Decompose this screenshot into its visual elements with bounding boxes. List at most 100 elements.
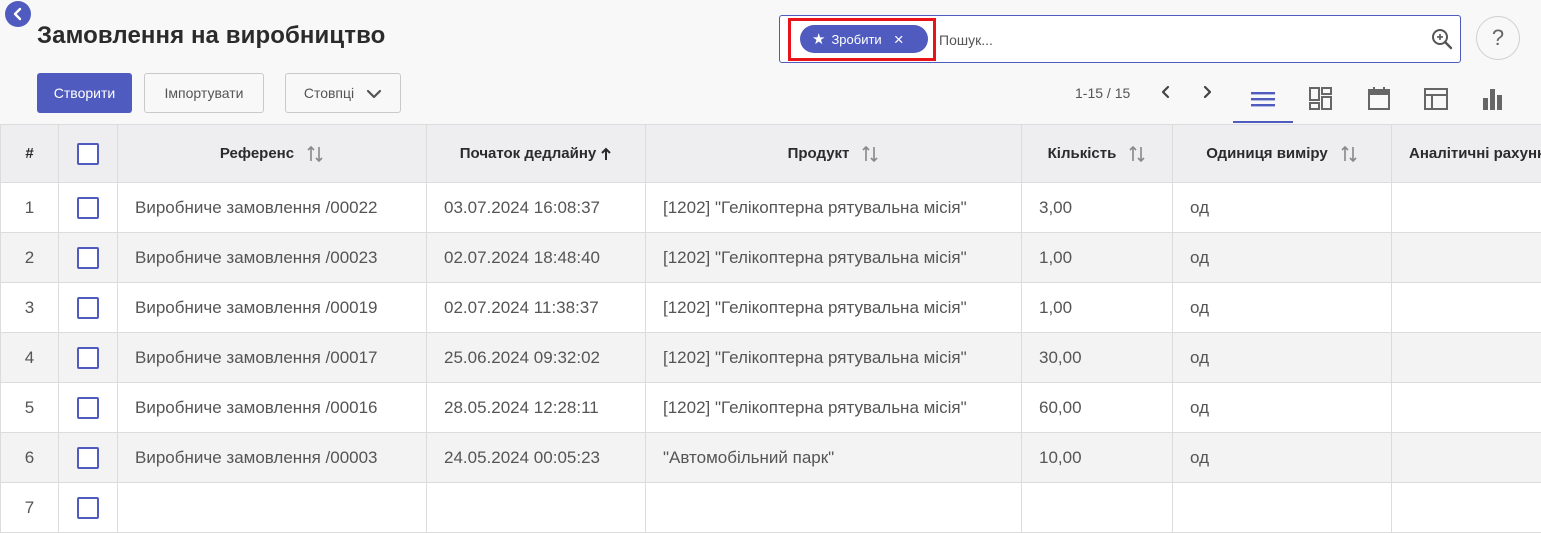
table-row[interactable]: 3 Виробниче замовлення /00019 02.07.2024… [1, 283, 1541, 333]
cell-analytic[interactable] [1392, 283, 1541, 333]
cell-deadline[interactable] [427, 483, 646, 533]
create-button[interactable]: Створити [37, 73, 132, 113]
facet-label: Зробити [831, 32, 881, 47]
cell-reference[interactable] [118, 483, 427, 533]
table-row[interactable]: 7 [1, 483, 1541, 533]
pager-range: 1-15 / 15 [1075, 85, 1130, 101]
row-checkbox[interactable] [77, 447, 99, 469]
table-row[interactable]: 6 Виробниче замовлення /00003 24.05.2024… [1, 433, 1541, 483]
row-checkbox[interactable] [77, 247, 99, 269]
cell-reference[interactable]: Виробниче замовлення /00023 [118, 233, 427, 283]
search-facet[interactable]: ★ Зробити × [800, 25, 928, 53]
table-row[interactable]: 4 Виробниче замовлення /00017 25.06.2024… [1, 333, 1541, 383]
header-num: # [1, 125, 59, 183]
header-reference-label: Референс [220, 144, 294, 161]
header-uom-label: Одиниця виміру [1206, 144, 1327, 161]
header-reference[interactable]: Референс [118, 125, 427, 183]
header-deadline[interactable]: Початок дедлайну [427, 125, 646, 183]
cell-deadline[interactable]: 28.05.2024 12:28:11 [427, 383, 646, 433]
cell-analytic[interactable] [1392, 333, 1541, 383]
select-all-checkbox[interactable] [77, 143, 99, 165]
cell-analytic[interactable] [1392, 383, 1541, 433]
cell-reference[interactable]: Виробниче замовлення /00017 [118, 333, 427, 383]
graph-view-icon[interactable] [1480, 86, 1506, 112]
cell-quantity[interactable]: 3,00 [1022, 183, 1173, 233]
table-row[interactable]: 2 Виробниче замовлення /00023 02.07.2024… [1, 233, 1541, 283]
page-title: Замовлення на виробництво [37, 22, 385, 50]
help-button[interactable]: ? [1476, 16, 1520, 60]
close-icon[interactable]: × [894, 31, 904, 48]
cell-analytic[interactable] [1392, 183, 1541, 233]
search-input[interactable] [937, 28, 1407, 52]
cell-analytic[interactable] [1392, 483, 1541, 533]
cell-product[interactable]: [1202] "Гелікоптерна рятувальна місія" [646, 333, 1022, 383]
cell-deadline[interactable]: 24.05.2024 00:05:23 [427, 433, 646, 483]
cell-uom[interactable] [1173, 483, 1392, 533]
cell-deadline[interactable]: 02.07.2024 11:38:37 [427, 283, 646, 333]
cell-quantity[interactable]: 60,00 [1022, 383, 1173, 433]
header-analytic[interactable]: Аналітичні рахунки [1392, 125, 1541, 183]
row-checkbox[interactable] [77, 197, 99, 219]
kanban-view-icon[interactable] [1308, 86, 1334, 112]
table-row[interactable]: 1 Виробниче замовлення /00022 03.07.2024… [1, 183, 1541, 233]
cell-select [59, 433, 118, 483]
header-select-all[interactable] [59, 125, 118, 183]
cell-quantity[interactable]: 10,00 [1022, 433, 1173, 483]
cell-reference[interactable]: Виробниче замовлення /00016 [118, 383, 427, 433]
cell-uom[interactable]: од [1173, 283, 1392, 333]
table-row[interactable]: 5 Виробниче замовлення /00016 28.05.2024… [1, 383, 1541, 433]
row-checkbox[interactable] [77, 397, 99, 419]
pivot-view-icon[interactable] [1423, 86, 1449, 112]
row-checkbox[interactable] [77, 297, 99, 319]
cell-quantity[interactable] [1022, 483, 1173, 533]
cell-deadline[interactable]: 25.06.2024 09:32:02 [427, 333, 646, 383]
cell-quantity[interactable]: 1,00 [1022, 233, 1173, 283]
row-checkbox[interactable] [77, 347, 99, 369]
cell-product[interactable]: [1202] "Гелікоптерна рятувальна місія" [646, 283, 1022, 333]
header-product-label: Продукт [788, 144, 850, 161]
chevron-right-icon[interactable] [1200, 84, 1214, 105]
chevron-down-icon [366, 89, 382, 99]
cell-num: 2 [1, 233, 59, 283]
cell-quantity[interactable]: 1,00 [1022, 283, 1173, 333]
columns-button[interactable]: Стовпці [285, 73, 401, 113]
cell-product[interactable]: [1202] "Гелікоптерна рятувальна місія" [646, 183, 1022, 233]
cell-reference[interactable]: Виробниче замовлення /00022 [118, 183, 427, 233]
header-quantity-label: Кількість [1048, 144, 1117, 161]
header-quantity[interactable]: Кількість [1022, 125, 1173, 183]
cell-reference[interactable]: Виробниче замовлення /00003 [118, 433, 427, 483]
cell-product[interactable]: [1202] "Гелікоптерна рятувальна місія" [646, 383, 1022, 433]
list-view-icon[interactable] [1250, 86, 1276, 112]
cell-uom[interactable]: од [1173, 333, 1392, 383]
search-icon[interactable] [1430, 27, 1454, 56]
header-uom[interactable]: Одиниця виміру [1173, 125, 1392, 183]
row-checkbox[interactable] [77, 497, 99, 519]
chevron-left-icon[interactable] [1159, 84, 1173, 105]
cell-product[interactable]: [1202] "Гелікоптерна рятувальна місія" [646, 233, 1022, 283]
cell-reference[interactable]: Виробниче замовлення /00019 [118, 283, 427, 333]
header-product[interactable]: Продукт [646, 125, 1022, 183]
cell-uom[interactable]: од [1173, 433, 1392, 483]
cell-num: 7 [1, 483, 59, 533]
back-button[interactable] [5, 1, 31, 27]
cell-product[interactable] [646, 483, 1022, 533]
cell-quantity[interactable]: 30,00 [1022, 333, 1173, 383]
cell-deadline[interactable]: 02.07.2024 18:48:40 [427, 233, 646, 283]
cell-uom[interactable]: од [1173, 233, 1392, 283]
chevron-left-icon [11, 7, 25, 21]
sort-icon [1128, 144, 1146, 164]
cell-uom[interactable]: од [1173, 183, 1392, 233]
cell-product[interactable]: "Автомобільний парк" [646, 433, 1022, 483]
import-button[interactable]: Імпортувати [144, 73, 264, 113]
cell-uom[interactable]: од [1173, 383, 1392, 433]
star-icon: ★ [812, 30, 825, 48]
calendar-view-icon[interactable] [1366, 86, 1392, 112]
sort-icon [1340, 144, 1358, 164]
cell-analytic[interactable] [1392, 233, 1541, 283]
orders-table: # Референс Початок дедлайну Продукт Кіль… [0, 124, 1541, 533]
sort-icon [306, 144, 324, 164]
cell-analytic[interactable] [1392, 433, 1541, 483]
sort-icon [861, 144, 879, 164]
cell-deadline[interactable]: 03.07.2024 16:08:37 [427, 183, 646, 233]
search-box[interactable]: ★ Зробити × [779, 15, 1461, 63]
